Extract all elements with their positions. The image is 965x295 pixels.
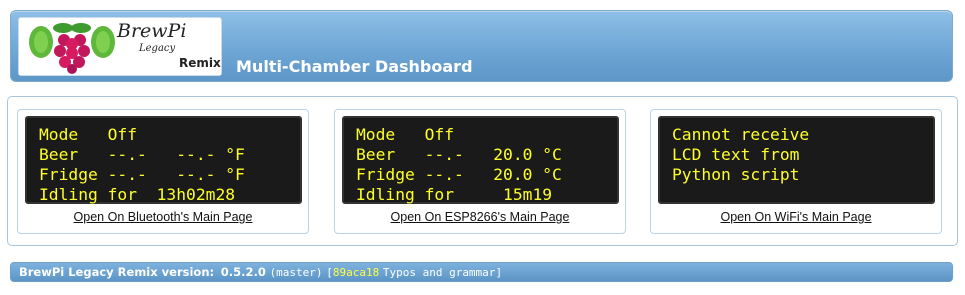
lcd-line: LCD text from [672,145,800,164]
chambers-panel: Mode Off Beer --.- --.- °F Fridge --.- -… [7,96,958,246]
page-title: Multi-Chamber Dashboard [236,57,473,76]
open-main-page-link[interactable]: Open On Bluetooth's Main Page [18,210,308,224]
lcd-display: Mode Off Beer --.- --.- °F Fridge --.- -… [25,116,302,204]
lcd-line: Beer --.- 20.0 °C [356,145,562,164]
bracket-open: [ [326,266,333,279]
header-banner: BrewPi Legacy Remix Multi-Chamber Dashbo… [10,10,953,82]
lcd-line: Mode Off [39,125,138,144]
lcd-line: Idling for 13h02m28 [39,185,236,204]
chamber-card-bluetooth: Mode Off Beer --.- --.- °F Fridge --.- -… [17,109,309,234]
version-number: 0.5.2.0 [220,265,266,279]
lcd-line: Beer --.- --.- °F [39,145,245,164]
lcd-display: Cannot receive LCD text from Python scri… [658,116,935,204]
commit-hash: 89aca18 [332,266,380,279]
logo-sub-text: Legacy [139,43,176,54]
branch-name: (master) [269,266,323,279]
lcd-line [672,185,933,205]
lcd-line: Idling for 15m19 [356,185,553,204]
logo-brand-text: BrewPi [117,20,187,42]
version-label: BrewPi Legacy Remix version: [19,265,215,279]
commit-message: Typos and grammar [382,266,496,279]
logo-remix-text: Remix [179,56,221,70]
lcd-display: Mode Off Beer --.- 20.0 °C Fridge --.- 2… [342,116,619,204]
open-main-page-link[interactable]: Open On WiFi's Main Page [651,210,941,224]
lcd-line: Mode Off [356,125,455,144]
brewpi-logo[interactable]: BrewPi Legacy Remix [18,17,222,76]
chamber-card-esp8266: Mode Off Beer --.- 20.0 °C Fridge --.- 2… [334,109,626,234]
lcd-line: Cannot receive [672,125,810,144]
chamber-card-wifi: Cannot receive LCD text from Python scri… [650,109,942,234]
lcd-line: Python script [672,165,800,184]
raspberry-icon [29,23,115,74]
bracket-close: ] [495,266,503,279]
lcd-line: Fridge --.- 20.0 °C [356,165,562,184]
version-footer: BrewPi Legacy Remix version: 0.5.2.0 (ma… [10,262,953,282]
open-main-page-link[interactable]: Open On ESP8266's Main Page [335,210,625,224]
lcd-line: Fridge --.- --.- °F [39,165,245,184]
